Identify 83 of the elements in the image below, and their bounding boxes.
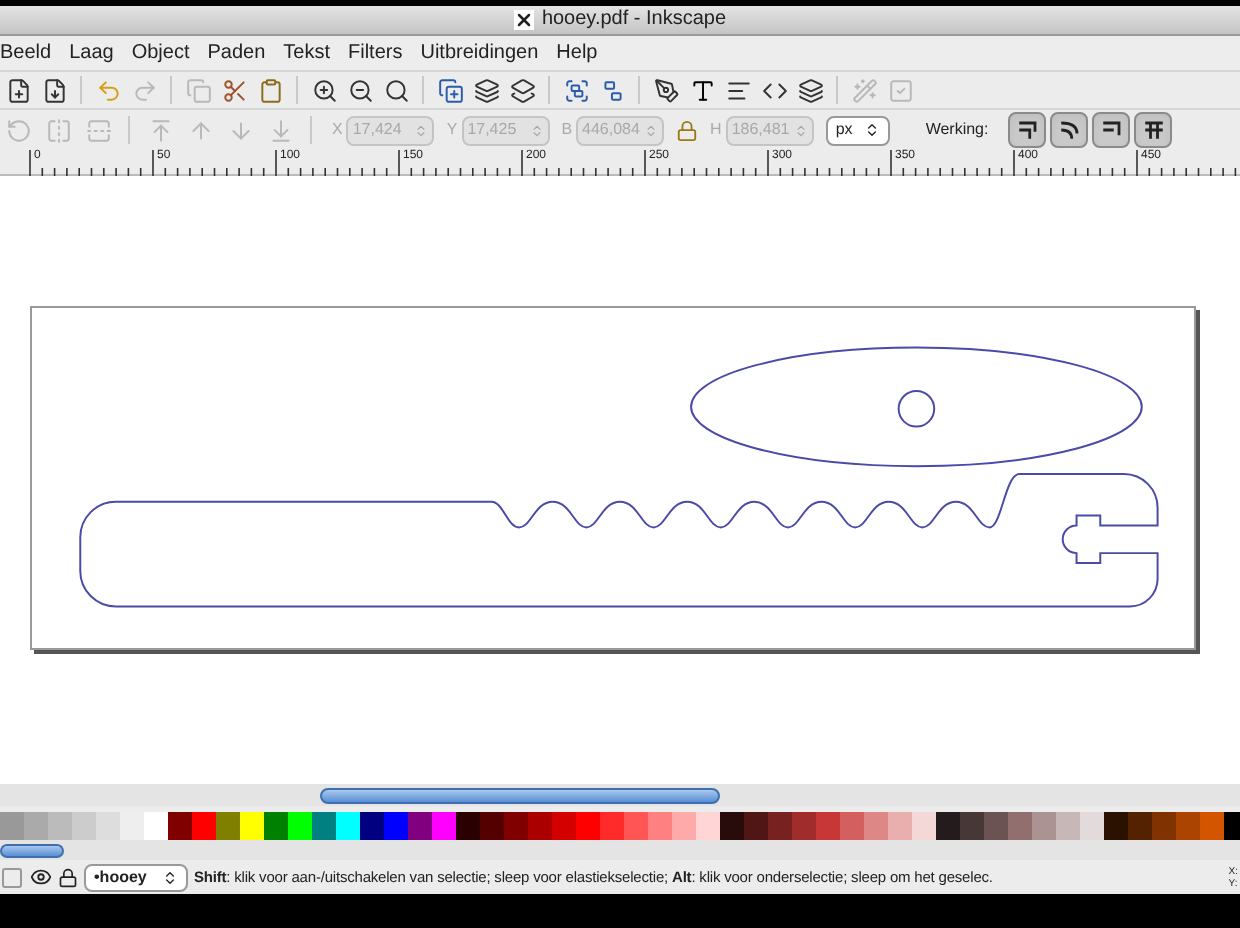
menu-item[interactable]: Tekst [283, 38, 330, 68]
transform-toggle-button[interactable] [1050, 112, 1089, 148]
color-swatch[interactable] [288, 812, 312, 840]
color-swatch[interactable] [0, 812, 24, 840]
color-swatch[interactable] [888, 812, 912, 840]
field-label: X [332, 118, 343, 142]
color-swatch[interactable] [552, 812, 576, 840]
color-swatch[interactable] [1200, 812, 1224, 840]
color-swatch[interactable] [648, 812, 672, 840]
menu-item[interactable]: Beeld [0, 38, 52, 68]
canvas[interactable] [0, 176, 1240, 784]
color-swatch[interactable] [456, 812, 480, 840]
layer-dropdown[interactable]: •hooey [84, 863, 188, 891]
transform-toggle-button[interactable] [1092, 112, 1131, 148]
color-swatch[interactable] [192, 812, 216, 840]
color-swatch[interactable] [816, 812, 840, 840]
fill-indicator-icon [0, 865, 24, 889]
dropdown-icon [863, 122, 880, 138]
scrollbar-thumb[interactable] [0, 843, 64, 857]
color-swatch[interactable] [840, 812, 864, 840]
field-label: B [561, 118, 573, 142]
color-swatch[interactable] [1056, 812, 1080, 840]
color-swatch[interactable] [1008, 812, 1032, 840]
color-swatch[interactable] [624, 812, 648, 840]
color-swatch[interactable] [744, 812, 768, 840]
menu-item[interactable]: Help [556, 38, 598, 68]
color-swatch[interactable] [504, 812, 528, 840]
transform-icon [1139, 116, 1168, 144]
menu-item[interactable]: Filters [348, 38, 403, 68]
color-swatch[interactable] [792, 812, 816, 840]
color-swatch[interactable] [672, 812, 696, 840]
color-swatch[interactable] [1152, 812, 1176, 840]
window-title: hooey.pdf - Inkscape [541, 10, 727, 30]
color-swatch[interactable] [24, 812, 48, 840]
field-label: Y [446, 118, 458, 142]
transform-toggle-button[interactable] [1008, 112, 1047, 148]
color-swatch[interactable] [912, 812, 936, 840]
color-swatch[interactable] [96, 812, 120, 840]
transform-toggle-button[interactable] [1134, 112, 1173, 148]
color-swatch[interactable] [720, 812, 744, 840]
unit-dropdown[interactable]: px [825, 115, 890, 145]
color-swatch[interactable] [576, 812, 600, 840]
color-swatch[interactable] [1104, 812, 1128, 840]
color-swatch[interactable] [312, 812, 336, 840]
color-swatch[interactable] [48, 812, 72, 840]
transform-icon [1013, 116, 1042, 144]
eye-icon[interactable] [30, 866, 52, 888]
color-swatch[interactable] [240, 812, 264, 840]
color-swatch[interactable] [384, 812, 408, 840]
color-swatch[interactable] [72, 812, 96, 840]
color-swatch[interactable] [984, 812, 1008, 840]
color-swatch[interactable] [960, 812, 984, 840]
menu-item[interactable]: Uitbreidingen [420, 38, 539, 68]
app-icon [513, 10, 534, 30]
color-swatch[interactable] [336, 812, 360, 840]
color-swatch[interactable] [936, 812, 960, 840]
color-swatch[interactable] [1176, 812, 1200, 840]
lock-icon[interactable] [58, 867, 78, 887]
werking-label: Werking: [925, 118, 989, 142]
dropdown-icon [162, 869, 178, 885]
color-swatch[interactable] [528, 812, 552, 840]
color-swatch[interactable] [600, 812, 624, 840]
color-swatch[interactable] [216, 812, 240, 840]
color-swatch[interactable] [1032, 812, 1056, 840]
color-swatch[interactable] [768, 812, 792, 840]
color-swatch[interactable] [120, 812, 144, 840]
field-label: H [710, 118, 722, 142]
color-swatch[interactable] [864, 812, 888, 840]
color-swatch[interactable] [408, 812, 432, 840]
menu-item[interactable]: Laag [69, 38, 114, 68]
color-swatch[interactable] [432, 812, 456, 840]
color-swatch[interactable] [696, 812, 720, 840]
color-swatch[interactable] [1128, 812, 1152, 840]
transform-icon [1055, 116, 1084, 144]
menu-item[interactable]: Paden [207, 38, 266, 68]
color-swatch[interactable] [480, 812, 504, 840]
color-swatch[interactable] [360, 812, 384, 840]
scrollbar-thumb[interactable] [320, 787, 720, 803]
color-swatch[interactable] [144, 812, 168, 840]
color-swatch[interactable] [1080, 812, 1104, 840]
color-swatch[interactable] [264, 812, 288, 840]
color-swatch[interactable] [168, 812, 192, 840]
menu-item[interactable]: Object [131, 38, 190, 68]
